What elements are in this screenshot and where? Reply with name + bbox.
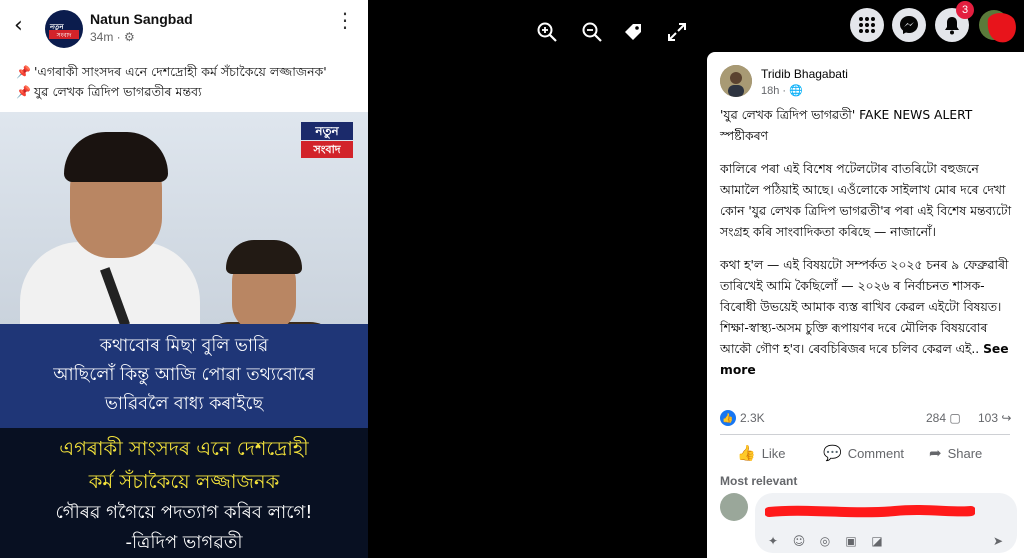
post-paragraph-text: কথা হ'ল — এই বিষয়টো সম্পৰ্কত ২০২৫ চনৰ ৯… [720,258,1009,356]
post-text: 'যুৱ লেখক ত্ৰিদিপ ভাগৱতী' FAKE NEWS ALER… [720,105,1018,393]
post-time: 18h · 🌐 [761,84,803,97]
badge-top: নতুন [301,122,353,140]
author-hair [226,240,302,274]
shared-post-line-text: যুৱ লেখক ত্ৰিদিপ ভাগৱতীৰ মন্তব্য [33,84,202,99]
shared-post-header: ‹ নতুন সংবাদ Natun Sangbad 34m · ⚙ ⋮ [0,0,368,54]
headline-line: এগৰাকী সাংসদৰ এনে দেশদ্ৰোহী [59,437,309,460]
shared-post-line-text: 'এগৰাকী সাংসদৰ এনে দেশদ্ৰোহী কৰ্ম সঁচাকৈ… [33,64,327,79]
comment-count[interactable]: 284 ▢ [926,411,961,425]
shared-post-text: 📌 'এগৰাকী সাংসদৰ এনে দেশদ্ৰোহী কৰ্ম সঁচাক… [16,62,327,102]
share-count-value: 103 [978,411,999,425]
globe-icon: ⚙ [124,30,135,44]
back-arrow-icon: ‹ [14,13,23,38]
reactions-bar: 👍 2.3K 284 ▢ 103 ↪ [720,408,1016,428]
shared-post-line: 📌 'এগৰাকী সাংসদৰ এনে দেশদ্ৰোহী কৰ্ম সঁচাক… [16,62,327,82]
quote-box: কথাবোৰ মিছা বুলি ভাৱি আছিলোঁ কিন্তু আজি … [0,324,368,428]
like-count[interactable]: 2.3K [740,411,765,425]
pushpin-icon: 📌 [16,65,31,79]
headline-box: এগৰাকী সাংসদৰ এনে দেশদ্ৰোহী কৰ্ম সঁচাকৈয… [0,428,368,558]
badge-bottom: সংবাদ [301,141,353,158]
photo-viewer: ‹ নতুন সংবাদ Natun Sangbad 34m · ⚙ ⋮ 📌 'এ… [0,0,1024,558]
headline: এগৰাকী সাংসদৰ এনে দেশদ্ৰোহী কৰ্ম সঁচাকৈয… [6,432,362,498]
fullscreen-icon[interactable] [666,21,688,43]
comment-button-label: Comment [847,446,905,461]
post-paragraph: কথা হ'ল — এই বিষয়টো সম্পৰ্কত ২০২৫ চনৰ ৯… [720,255,1018,381]
like-reaction-icon[interactable]: 👍 [720,410,736,426]
share-button-label: Share [947,446,983,461]
share-arrow-icon: ↪ [1001,411,1012,425]
emoji-icon[interactable]: ☺ [791,533,807,549]
post-panel: Tridib Bhagabati 18h · 🌐 'যুৱ লেখক ত্ৰিদ… [707,52,1024,558]
speaker-hair [64,132,168,182]
quote-line: কথাবোৰ মিছা বুলি ভাৱি [99,336,269,356]
comment-button[interactable]: 💬 Comment [823,440,904,468]
menu-grid-icon[interactable] [850,8,884,42]
quote-line: আছিলোঁ কিন্তু আজি পোৱা তথ্যবোৰে [53,365,315,385]
zoom-in-icon[interactable] [536,21,558,43]
shared-post-line: 📌 যুৱ লেখক ত্ৰিদিপ ভাগৱতীৰ মন্তব্য [16,82,327,102]
post-time-text: 34m · [90,30,125,44]
headline-line: কৰ্ম সঁচাকৈয়ে লজ্জাজনক [88,470,280,493]
divider [720,434,1010,435]
post-paragraph: 'যুৱ লেখক ত্ৰিদিপ ভাগৱতী' FAKE NEWS ALER… [720,108,973,143]
more-options-icon: ⋮ [335,8,355,32]
redaction-mark [765,505,975,518]
post-paragraph: কালিৰে পৰা এই বিশেষ পটেলটোৰ বাতৰিটো বহুজ… [720,162,1012,239]
comment-sort[interactable]: Most relevant [720,474,797,488]
author-name[interactable]: Tridib Bhagabati [761,67,848,81]
author-avatar[interactable] [720,65,752,97]
thumbs-up-icon: 👍 [737,445,756,462]
account-avatar[interactable] [978,7,1018,45]
post-time-text: 18h · [761,85,790,97]
notification-badge: 3 [956,1,974,19]
resignation-line: গৌৰৱ গগৈয়ে পদত্যাগ কৰিব লাগে! [55,502,313,523]
channel-badge: নতুন সংবাদ [298,120,356,160]
attribution-line: -ত্ৰিদিপ ভাগৱতী [125,532,243,553]
like-button[interactable]: 👍 Like [737,440,786,468]
quote-text: কথাবোৰ মিছা বুলি ভাৱি আছিলোঁ কিন্তু আজি … [10,332,358,419]
shared-post-image[interactable]: ‹ নতুন সংবাদ Natun Sangbad 34m · ⚙ ⋮ 📌 'এ… [0,0,368,558]
logo-sub: সংবাদ [49,30,79,39]
avatar-sticker-icon[interactable]: ✦ [765,533,781,549]
comment-icon: 💬 [823,445,842,462]
sticker-icon[interactable]: ◪ [869,533,885,549]
share-button[interactable]: ➦ Share [929,440,982,468]
share-icon: ➦ [929,445,942,462]
like-button-label: Like [761,446,786,461]
share-count[interactable]: 103 ↪ [978,411,1011,425]
quote-line: ভাৱিবলৈ বাধ্য কৰাইছে [104,394,264,414]
comment-bubble-icon: ▢ [949,411,961,425]
comment-count-value: 284 [926,411,947,425]
news-graphic: নতুন সংবাদ কথাবোৰ মিছা বুলি ভাৱি আছিলোঁ … [0,112,368,558]
pushpin-icon: 📌 [16,85,31,99]
zoom-out-icon[interactable] [581,21,603,43]
page-logo: নতুন সংবাদ [45,10,83,48]
send-icon[interactable]: ➤ [990,533,1006,549]
comment-composer: ✦ ☺ ◎ ▣ ◪ ➤ [707,488,1024,558]
comment-input[interactable]: ✦ ☺ ◎ ▣ ◪ ➤ [755,493,1017,553]
globe-icon: 🌐 [789,85,803,97]
camera-icon[interactable]: ◎ [817,533,833,549]
commenter-avatar [720,493,748,521]
post-time: 34m · ⚙ [90,30,135,44]
tag-icon[interactable] [622,21,644,43]
page-name: Natun Sangbad [90,11,193,27]
gif-icon[interactable]: ▣ [843,533,859,549]
messenger-icon[interactable] [892,8,926,42]
